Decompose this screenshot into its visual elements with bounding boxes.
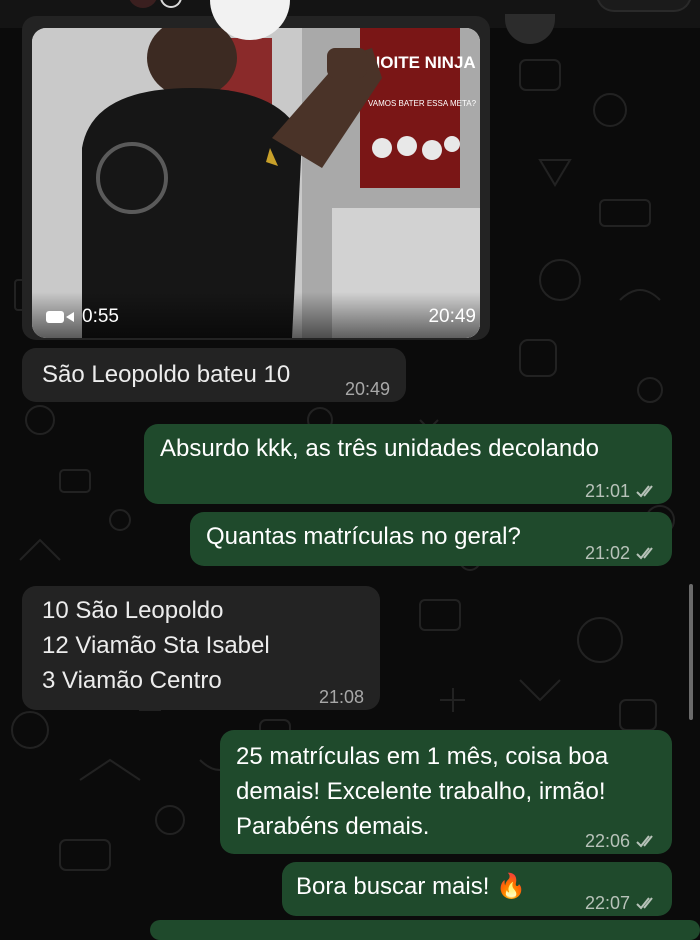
message-time: 22:06: [585, 824, 658, 858]
message-time: 22:07: [585, 886, 658, 920]
message-text: 10 São Leopoldo: [42, 597, 224, 624]
message-timestamp: 20:49: [344, 379, 390, 399]
video-duration: 0:55: [46, 306, 119, 328]
poster-subtitle: VAMOS BATER ESSA META?: [368, 99, 477, 108]
message-timestamp: 21:08: [318, 687, 364, 707]
message-bubble-outgoing[interactable]: Absurdo kkk, as três unidades decolando …: [144, 424, 672, 504]
video-message-bubble[interactable]: NOITE NINJA VAMOS BATER ESSA META? 0:55 …: [22, 16, 490, 340]
video-duration-label: 0:55: [82, 306, 119, 327]
message-text: Absurdo kkk, as três unidades decolando: [160, 435, 599, 462]
poster-title: NOITE NINJA: [368, 53, 476, 72]
forward-icon[interactable]: [505, 14, 555, 44]
contact-avatar[interactable]: [128, 0, 158, 8]
message-bubble-incoming[interactable]: São Leopoldo bateu 10 20:49: [22, 348, 406, 402]
status-ring-icon: [160, 0, 182, 8]
double-check-read-icon: [636, 897, 653, 910]
message-text: Quantas matrículas no geral?: [206, 523, 521, 550]
message-bubble-outgoing[interactable]: Quantas matrículas no geral? 21:02: [190, 512, 672, 566]
message-timestamp: 22:06: [584, 831, 630, 851]
video-timestamp: 20:49: [428, 306, 476, 327]
message-text: Bora buscar mais! 🔥: [296, 873, 526, 900]
double-check-read-icon: [636, 547, 653, 560]
message-time: 21:02: [585, 536, 658, 570]
message-time: 21:08: [319, 680, 364, 714]
scrollbar[interactable]: [689, 584, 693, 720]
message-timestamp: 21:02: [584, 543, 630, 563]
video-camera-icon: [46, 311, 74, 323]
message-timestamp: 21:01: [584, 481, 630, 501]
double-check-read-icon: [636, 485, 653, 498]
message-text: demais! Excelente trabalho, irmão!: [236, 778, 606, 805]
message-text: Parabéns demais.: [236, 813, 430, 840]
header-action-button[interactable]: [596, 0, 692, 12]
message-time: 21:01: [585, 474, 658, 508]
message-timestamp: 22:07: [584, 893, 630, 913]
message-bubble-outgoing[interactable]: 25 matrículas em 1 mês, coisa boa demais…: [220, 730, 672, 854]
message-text: 12 Viamão Sta Isabel: [42, 632, 270, 659]
message-time: 20:49: [345, 372, 390, 406]
message-bubble-outgoing-partial[interactable]: [150, 920, 700, 940]
message-text: 3 Viamão Centro: [42, 667, 222, 694]
message-text: São Leopoldo bateu 10: [42, 361, 291, 388]
double-check-read-icon: [636, 835, 653, 848]
message-bubble-incoming[interactable]: 10 São Leopoldo 12 Viamão Sta Isabel 3 V…: [22, 586, 380, 710]
message-bubble-outgoing[interactable]: Bora buscar mais! 🔥 22:07: [282, 862, 672, 916]
message-text: 25 matrículas em 1 mês, coisa boa: [236, 743, 609, 770]
